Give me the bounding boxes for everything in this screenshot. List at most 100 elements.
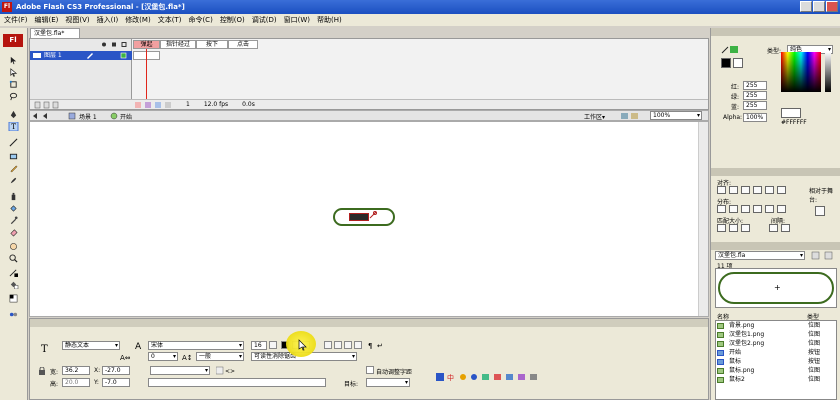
hex-value[interactable]: #FFFFFF — [781, 119, 807, 126]
list-item[interactable]: 鼠标 按钮 — [716, 358, 836, 366]
zoom-tool-icon[interactable] — [8, 254, 19, 263]
font-size-slider-button[interactable] — [269, 341, 277, 349]
align-center-button[interactable] — [334, 341, 342, 349]
workspace-menu[interactable]: 工作区▾ — [584, 112, 605, 121]
minimize-button[interactable] — [800, 1, 812, 12]
stroke-swatch[interactable] — [721, 58, 731, 68]
menu-view[interactable]: 视图(V) — [65, 15, 89, 25]
stroke-color-icon[interactable] — [8, 268, 19, 277]
outline-square-icon[interactable] — [120, 52, 128, 59]
stage[interactable] — [29, 121, 709, 317]
library-file-select[interactable]: 汉堡包.fla — [715, 251, 805, 260]
maximize-button[interactable] — [813, 1, 825, 12]
list-item[interactable]: 汉堡包2.png 位图 — [716, 340, 836, 348]
rectangle-tool-icon[interactable] — [8, 152, 19, 161]
playhead[interactable] — [146, 49, 147, 99]
add-layer-icons[interactable] — [34, 101, 64, 109]
stroke-fill-icons[interactable] — [721, 44, 741, 54]
document-tab[interactable]: 汉堡包.fla* — [30, 28, 80, 38]
align-vertical-center-button[interactable] — [765, 186, 774, 194]
y-field[interactable]: -7.0 — [102, 378, 130, 387]
lasso-tool-icon[interactable] — [8, 92, 19, 101]
width-field[interactable]: 36.2 — [62, 366, 90, 375]
to-stage-button[interactable] — [815, 206, 825, 216]
free-transform-tool-icon[interactable] — [8, 80, 19, 89]
match-height-button[interactable] — [729, 224, 738, 232]
distribute-left-button[interactable] — [753, 205, 762, 213]
menu-insert[interactable]: 插入(I) — [97, 15, 119, 25]
selection-tool-icon[interactable] — [8, 56, 19, 65]
menu-help[interactable]: 帮助(H) — [317, 15, 342, 25]
swap-colors-icon[interactable] — [8, 294, 19, 303]
state-over[interactable]: 指针经过 — [160, 40, 196, 49]
distribute-vcenter-button[interactable] — [729, 205, 738, 213]
list-item[interactable]: 鼠标2 位图 — [716, 376, 836, 384]
align-top-edge-button[interactable] — [753, 186, 762, 194]
align-left-button[interactable] — [324, 341, 332, 349]
list-item[interactable]: 背景.png 位图 — [716, 322, 836, 330]
distribute-top-button[interactable] — [717, 205, 726, 213]
url-link-field[interactable] — [148, 378, 326, 387]
ime-toolbar-icons[interactable]: 中 — [436, 372, 546, 382]
color-spectrum-picker[interactable] — [781, 52, 821, 92]
menu-text[interactable]: 文本(T) — [158, 15, 182, 25]
paint-bucket-tool-icon[interactable] — [8, 204, 19, 213]
state-hit[interactable]: 点击 — [228, 40, 258, 49]
menu-window[interactable]: 窗口(W) — [284, 15, 310, 25]
target-select[interactable] — [366, 378, 410, 387]
subselection-tool-icon[interactable] — [8, 68, 19, 77]
menu-edit[interactable]: 编辑(E) — [35, 15, 59, 25]
distribute-right-button[interactable] — [777, 205, 786, 213]
instance-select[interactable] — [150, 366, 210, 375]
height-field[interactable]: 20.0 — [62, 378, 90, 387]
menu-commands[interactable]: 命令(C) — [188, 15, 212, 25]
brightness-slider[interactable] — [825, 52, 831, 92]
red-field[interactable]: 255 — [743, 81, 767, 90]
align-left-edge-button[interactable] — [717, 186, 726, 194]
text-tool-icon[interactable]: T — [8, 122, 19, 131]
line-tool-icon[interactable] — [8, 138, 19, 147]
ink-bottle-tool-icon[interactable] — [8, 192, 19, 201]
align-right-edge-button[interactable] — [741, 186, 750, 194]
green-field[interactable]: 255 — [743, 91, 767, 100]
snap-to-objects-icon[interactable] — [8, 310, 19, 319]
library-pin-icons[interactable] — [811, 251, 837, 260]
auto-kern-checkbox[interactable] — [366, 366, 374, 374]
menu-file[interactable]: 文件(F) — [4, 15, 28, 25]
symbol-name[interactable]: 开始 — [120, 112, 132, 121]
justify-button[interactable] — [354, 341, 362, 349]
alpha-field[interactable]: 100% — [743, 113, 767, 122]
align-horizontal-center-button[interactable] — [729, 186, 738, 194]
distribute-hcenter-button[interactable] — [765, 205, 774, 213]
eyedropper-tool-icon[interactable] — [8, 216, 19, 225]
lock-icon[interactable] — [38, 367, 46, 375]
distribute-bottom-button[interactable] — [741, 205, 750, 213]
tracking-select[interactable]: 0 — [148, 352, 178, 361]
layer-toggle-icons[interactable] — [100, 41, 130, 48]
stage-vertical-scrollbar[interactable] — [698, 122, 708, 316]
scene-name[interactable]: 场景 1 — [79, 112, 97, 121]
edit-symbol-icons[interactable] — [620, 112, 640, 120]
menu-modify[interactable]: 修改(M) — [125, 15, 151, 25]
x-field[interactable]: -27.0 — [102, 366, 130, 375]
menu-debug[interactable]: 调试(D) — [252, 15, 277, 25]
text-type-select[interactable]: 静态文本 — [62, 341, 120, 350]
space-vertical-button[interactable] — [769, 224, 778, 232]
font-size-field[interactable]: 16 — [251, 341, 267, 350]
menu-control[interactable]: 控制(O) — [220, 15, 245, 25]
eraser-tool-icon[interactable] — [8, 228, 19, 237]
paragraph-options-icons[interactable]: ¶ ↵ — [367, 341, 387, 349]
brush-tool-icon[interactable] — [8, 176, 19, 185]
list-item[interactable]: 开始 按钮 — [716, 349, 836, 357]
list-item[interactable]: 鼠标.png 位图 — [716, 367, 836, 375]
align-right-button[interactable] — [344, 341, 352, 349]
close-button[interactable] — [826, 1, 838, 12]
align-bottom-edge-button[interactable] — [777, 186, 786, 194]
state-down[interactable]: 按下 — [196, 40, 228, 49]
font-family-select[interactable]: 宋体 — [148, 341, 244, 350]
fill-swatch[interactable] — [733, 58, 743, 68]
character-position-select[interactable]: 一般 — [196, 352, 244, 361]
blue-field[interactable]: 255 — [743, 101, 767, 110]
fill-color-icon[interactable] — [8, 280, 19, 289]
button-symbol-on-stage[interactable] — [333, 208, 395, 226]
